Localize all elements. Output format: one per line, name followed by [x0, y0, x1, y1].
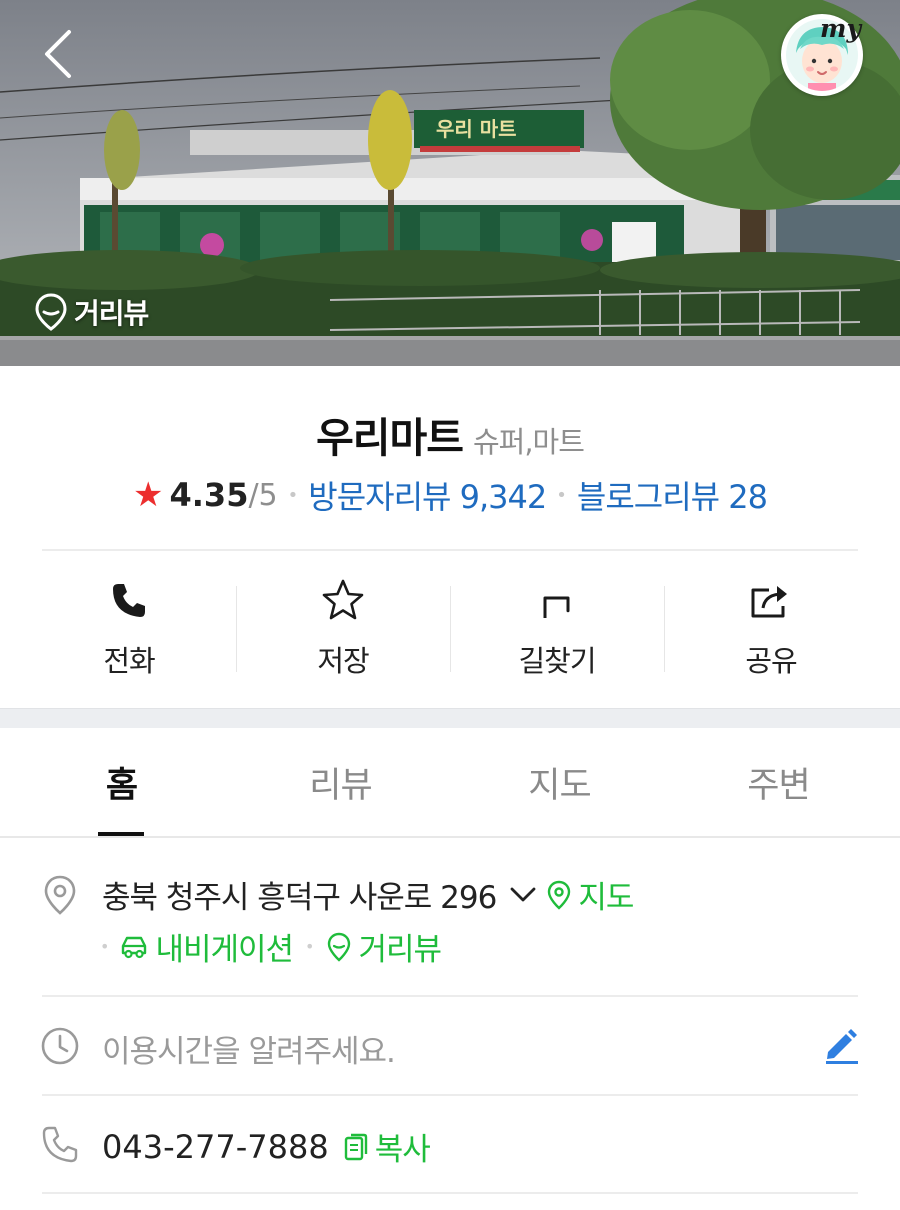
divider [42, 549, 858, 551]
directions-icon [543, 596, 570, 618]
location-pin-icon [328, 932, 351, 962]
phone-row-icon [40, 1124, 80, 1164]
hours-row-icon [40, 1026, 80, 1066]
copy-icon [344, 1133, 367, 1160]
phone-outline-icon [42, 1126, 78, 1163]
phone-row: 043-277-7888 복사 [102, 1124, 431, 1169]
phone-icon [113, 584, 145, 617]
address-text: 충북 청주시 흥덕구 사운로 296 [102, 880, 497, 916]
star-outline-icon [322, 579, 364, 620]
divider [42, 995, 858, 997]
separator-dot: • [100, 937, 110, 956]
address-row: 충북 청주시 흥덕구 사운로 296 지도 [102, 872, 634, 917]
address-row-icon [40, 874, 80, 916]
phone-number[interactable]: 043-277-7888 [102, 1128, 329, 1166]
navigation-link-label: 내비게이션 [155, 932, 294, 968]
divider [42, 1094, 858, 1096]
directions-button[interactable]: 길찾기 [450, 572, 664, 682]
share-button[interactable]: 공유 [664, 572, 878, 682]
edit-hours-button[interactable] [822, 1026, 860, 1068]
location-pin-icon [548, 880, 571, 910]
share-label: 공유 [745, 644, 797, 678]
pencil-icon [826, 1029, 858, 1064]
separator-dot: • [305, 937, 315, 956]
call-button[interactable]: 전화 [22, 572, 236, 682]
copy-label: 복사 [374, 1132, 431, 1168]
section-divider [0, 708, 900, 728]
tab-home[interactable]: 홈 [12, 728, 231, 836]
street-view-link[interactable]: 거리뷰 [326, 924, 442, 969]
tab-nearby[interactable]: 주변 [669, 728, 888, 836]
copy-phone-button[interactable]: 복사 [343, 1124, 431, 1169]
location-pin-icon [35, 293, 67, 331]
car-icon [122, 936, 147, 958]
rating-value: 4.35 [169, 476, 249, 514]
my-label: my [820, 14, 861, 43]
place-header: 우리마트 슈퍼,마트 [0, 404, 900, 464]
action-bar: 전화 저장 길찾기 공유 [22, 572, 878, 682]
navigation-link[interactable]: 내비게이션 [119, 924, 294, 969]
place-category: 슈퍼,마트 [472, 425, 585, 459]
hero-photo[interactable]: 우리 마트 my 거리뷰 [0, 0, 900, 366]
tab-underline-track [0, 836, 900, 838]
save-button[interactable]: 저장 [236, 572, 450, 682]
rating-max: /5 [248, 477, 278, 513]
address-links-row: • 내비게이션 • 거리뷰 [100, 924, 442, 969]
chevron-down-icon[interactable] [510, 887, 536, 903]
chevron-left-icon [45, 30, 71, 78]
tab-map[interactable]: 지도 [450, 728, 669, 836]
tab-review[interactable]: 리뷰 [231, 728, 450, 836]
svg-text:우리 마트: 우리 마트 [436, 117, 517, 141]
map-link-label: 지도 [578, 880, 634, 916]
back-button[interactable] [30, 22, 86, 86]
tab-bar: 홈 리뷰 지도 주변 [12, 728, 888, 836]
place-name: 우리마트 [316, 414, 464, 462]
save-label: 저장 [317, 644, 369, 678]
street-view-button[interactable]: 거리뷰 [34, 292, 149, 332]
map-link[interactable]: 지도 [546, 872, 634, 917]
hours-placeholder[interactable]: 이용시간을 알려주세요. [102, 1026, 396, 1071]
call-label: 전화 [103, 644, 155, 678]
directions-label: 길찾기 [518, 644, 596, 678]
star-icon: ★ [133, 475, 164, 515]
separator-dot: • [287, 484, 299, 506]
street-view-label: 거리뷰 [74, 297, 149, 330]
clock-icon [41, 1027, 79, 1065]
location-pin-icon [44, 875, 76, 915]
street-view-link-label: 거리뷰 [358, 932, 442, 968]
divider [42, 1192, 858, 1194]
separator-dot: • [556, 484, 567, 506]
blog-reviews-link[interactable]: 블로그리뷰 28 [577, 472, 768, 518]
visitor-reviews-link[interactable]: 방문자리뷰 9,342 [308, 472, 547, 518]
rating-row: ★ 4.35 /5 • 방문자리뷰 9,342 • 블로그리뷰 28 [0, 472, 900, 518]
share-icon [751, 586, 787, 618]
